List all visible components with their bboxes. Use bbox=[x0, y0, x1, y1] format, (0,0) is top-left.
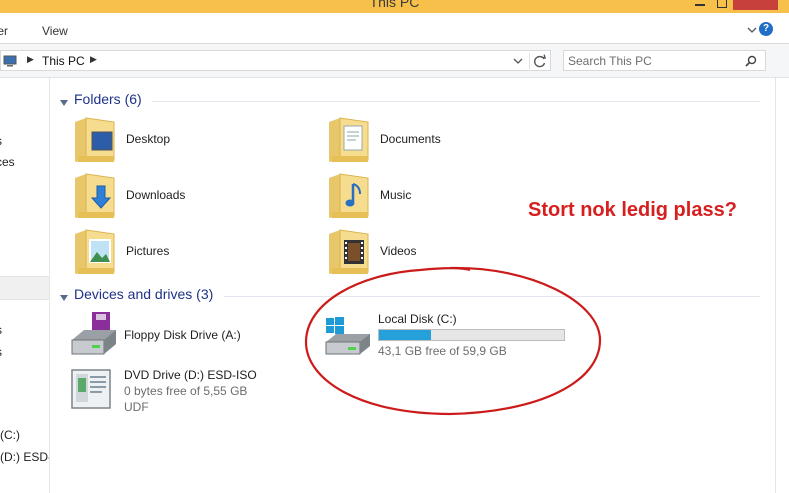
drive-floppy[interactable]: Floppy Disk Drive (A:) bbox=[70, 312, 270, 372]
refresh-button[interactable] bbox=[529, 53, 550, 69]
ribbon-tabs: ter View ? bbox=[0, 13, 789, 44]
floppy-drive-icon bbox=[70, 312, 118, 358]
drive-dvd-d[interactable]: DVD Drive (D:) ESD-ISO 0 bytes free of 5… bbox=[70, 368, 290, 428]
folders-header-label: Folders (6) bbox=[74, 91, 142, 107]
folder-music[interactable]: Music bbox=[316, 172, 516, 222]
folder-label: Desktop bbox=[126, 132, 171, 146]
folder-label: Downloads bbox=[126, 188, 186, 202]
address-row: ▶ This PC ▶ bbox=[0, 44, 789, 78]
dvd-drive-icon bbox=[70, 368, 118, 414]
expand-ribbon-icon[interactable] bbox=[746, 24, 758, 34]
breadcrumb-chevron-icon[interactable]: ▶ bbox=[90, 54, 97, 65]
nav-item-dvd-drive[interactable]: (D:) ESD-I bbox=[0, 450, 49, 464]
breadcrumb-this-pc[interactable]: This PC bbox=[42, 54, 85, 68]
drive-local-disk-c[interactable]: Local Disk (C:) 43,1 GB free of 59,9 GB bbox=[324, 312, 574, 372]
breadcrumb-separator-icon[interactable]: ▶ bbox=[27, 54, 34, 65]
address-dropdown-icon[interactable] bbox=[512, 55, 524, 67]
drive-filesystem: UDF bbox=[124, 400, 149, 414]
pictures-folder-icon bbox=[72, 228, 116, 276]
nav-item-this-pc-selected[interactable] bbox=[0, 276, 49, 300]
downloads-folder-icon bbox=[72, 172, 116, 220]
folder-label: Videos bbox=[380, 244, 417, 258]
folder-documents[interactable]: Documents bbox=[316, 116, 516, 166]
videos-folder-icon bbox=[326, 228, 370, 276]
help-icon[interactable]: ? bbox=[759, 22, 773, 36]
minimize-button[interactable] bbox=[689, 0, 711, 10]
nav-item[interactable]: s bbox=[0, 345, 2, 359]
annotation-text: Stort nok ledig plass? bbox=[528, 199, 737, 221]
window-title: This PC bbox=[369, 0, 420, 10]
folder-label: Pictures bbox=[126, 244, 170, 258]
drives-group-header[interactable]: Devices and drives (3) bbox=[60, 286, 760, 304]
navigation-pane: s ces s s (C:) (D:) ESD-I bbox=[0, 78, 50, 493]
disk-usage-bar bbox=[378, 329, 565, 341]
nav-item-local-disk[interactable]: (C:) bbox=[0, 428, 20, 442]
maximize-button[interactable] bbox=[711, 0, 733, 10]
drive-name: Floppy Disk Drive (A:) bbox=[124, 328, 241, 342]
drive-free-space: 43,1 GB free of 59,9 GB bbox=[378, 344, 507, 358]
folder-desktop[interactable]: Desktop bbox=[62, 116, 262, 166]
group-divider bbox=[224, 296, 760, 297]
folder-videos[interactable]: Videos bbox=[316, 228, 516, 278]
local-disk-icon bbox=[324, 312, 372, 358]
nav-item[interactable]: ces bbox=[0, 155, 15, 169]
close-button[interactable] bbox=[733, 0, 778, 10]
documents-folder-icon bbox=[326, 116, 370, 164]
address-bar[interactable]: ▶ This PC ▶ bbox=[0, 50, 551, 71]
scrollbar-strip[interactable] bbox=[775, 78, 789, 493]
folder-downloads[interactable]: Downloads bbox=[62, 172, 262, 222]
computer-icon bbox=[3, 55, 19, 67]
folder-label: Documents bbox=[380, 132, 441, 146]
folders-group-header[interactable]: Folders (6) bbox=[60, 91, 760, 109]
collapse-chevron-icon[interactable] bbox=[60, 291, 68, 301]
folder-pictures[interactable]: Pictures bbox=[62, 228, 262, 278]
desktop-folder-icon bbox=[72, 116, 116, 164]
drive-name: Local Disk (C:) bbox=[378, 312, 457, 326]
title-bar: This PC bbox=[0, 0, 789, 13]
drives-header-label: Devices and drives (3) bbox=[74, 286, 214, 302]
drive-free-space: 0 bytes free of 5,55 GB bbox=[124, 384, 248, 398]
tab-computer[interactable]: ter bbox=[0, 24, 8, 38]
tab-view[interactable]: View bbox=[42, 24, 68, 38]
music-folder-icon bbox=[326, 172, 370, 220]
disk-usage-fill bbox=[379, 330, 431, 340]
group-divider bbox=[152, 101, 760, 102]
folder-label: Music bbox=[380, 188, 412, 202]
search-box[interactable] bbox=[563, 50, 766, 71]
nav-item[interactable]: s bbox=[0, 134, 2, 148]
search-icon[interactable] bbox=[744, 54, 758, 68]
collapse-chevron-icon[interactable] bbox=[60, 96, 68, 106]
search-input[interactable] bbox=[568, 53, 738, 68]
drive-name: DVD Drive (D:) ESD-ISO bbox=[124, 368, 257, 382]
nav-item[interactable]: s bbox=[0, 323, 2, 337]
